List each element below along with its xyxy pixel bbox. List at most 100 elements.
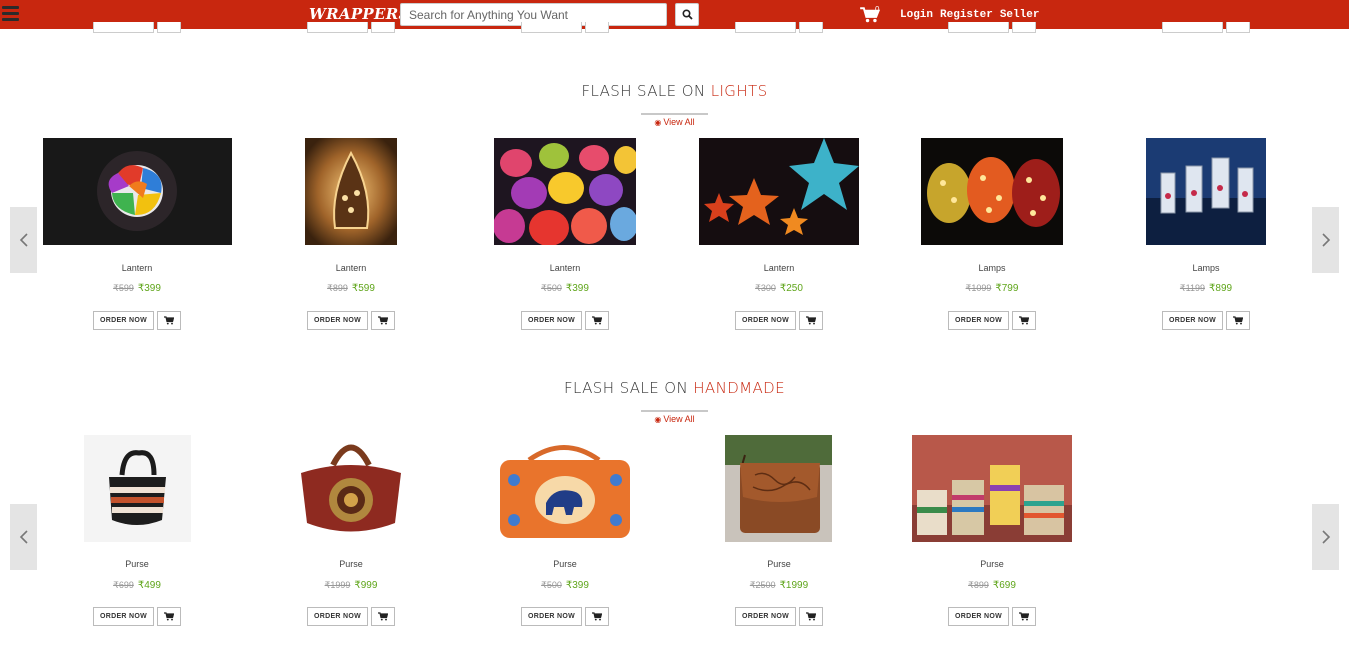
add-to-cart-button[interactable] (371, 311, 395, 330)
product-name[interactable]: Purse (704, 559, 854, 569)
carousel-next-button[interactable] (1312, 504, 1339, 570)
carousel-prev-button[interactable] (10, 504, 37, 570)
order-now-button[interactable]: ORDER NOW (307, 607, 368, 626)
add-to-cart-button[interactable] (585, 607, 609, 626)
add-to-cart-button[interactable] (799, 607, 823, 626)
title-underline (641, 113, 708, 115)
cart-icon (1019, 612, 1029, 621)
purse-image[interactable] (291, 435, 411, 542)
order-now-button[interactable] (93, 22, 154, 33)
new-price: ₹599 (351, 283, 375, 294)
add-to-cart-button[interactable] (371, 22, 395, 33)
old-price: ₹2500 (749, 580, 776, 590)
carousel-next-button[interactable] (1312, 207, 1339, 273)
cart-icon (164, 612, 174, 621)
old-price: ₹899 (327, 283, 348, 293)
lantern-image[interactable] (43, 138, 232, 245)
order-now-button[interactable]: ORDER NOW (521, 607, 582, 626)
order-now-button[interactable]: ORDER NOW (735, 311, 796, 330)
seller-link[interactable]: Seller (1000, 9, 1040, 21)
top-navbar: WRAPPERS 0 Login Register Seller (0, 0, 1349, 29)
register-link[interactable]: Register (940, 9, 993, 21)
new-price: ₹499 (137, 580, 161, 591)
order-now-button[interactable] (735, 22, 796, 33)
cart-icon (806, 316, 816, 325)
order-now-button[interactable]: ORDER NOW (735, 607, 796, 626)
purse-image[interactable] (912, 435, 1072, 542)
old-price: ₹1099 (965, 283, 992, 293)
product-name[interactable]: Lantern (704, 263, 854, 273)
view-all-label: View All (663, 117, 695, 127)
cart-icon (164, 316, 174, 325)
order-now-button[interactable] (521, 22, 582, 33)
add-to-cart-button[interactable] (157, 311, 181, 330)
lantern-image[interactable] (494, 138, 636, 245)
product-price: ₹300 ₹250 (704, 283, 854, 294)
add-to-cart-button[interactable] (1012, 607, 1036, 626)
view-all-link[interactable]: ◉ View All (641, 414, 708, 424)
cart-icon (1233, 316, 1243, 325)
product-price: ₹899 ₹599 (276, 283, 426, 294)
order-now-button[interactable] (948, 22, 1009, 33)
new-price: ₹899 (1209, 283, 1233, 294)
section-title: FLASH SALE ON LIGHTS (0, 82, 1349, 100)
order-now-button[interactable]: ORDER NOW (307, 311, 368, 330)
add-to-cart-button[interactable] (157, 22, 181, 33)
product-name[interactable]: Purse (490, 559, 640, 569)
section-title-prefix: FLASH SALE ON (581, 82, 711, 100)
add-to-cart-button[interactable] (1012, 22, 1036, 33)
section-title: FLASH SALE ON HANDMADE (0, 379, 1349, 397)
new-price: ₹399 (565, 283, 589, 294)
add-to-cart-button[interactable] (1012, 311, 1036, 330)
order-now-button[interactable]: ORDER NOW (1162, 311, 1223, 330)
product-name[interactable]: Lantern (490, 263, 640, 273)
view-all-label: View All (663, 414, 695, 424)
product-name[interactable]: Purse (62, 559, 212, 569)
new-price: ₹799 (995, 283, 1019, 294)
lamps-image[interactable] (1146, 138, 1266, 245)
section-title-prefix: FLASH SALE ON (564, 379, 694, 397)
lamps-image[interactable] (921, 138, 1063, 245)
add-to-cart-button[interactable] (1226, 311, 1250, 330)
lantern-image[interactable] (699, 138, 859, 245)
old-price: ₹899 (968, 580, 989, 590)
order-now-button[interactable] (307, 22, 368, 33)
search-button[interactable] (675, 3, 699, 26)
product-name[interactable]: Lantern (62, 263, 212, 273)
purse-image[interactable] (725, 435, 832, 542)
order-now-button[interactable]: ORDER NOW (521, 311, 582, 330)
product-name[interactable]: Lamps (917, 263, 1067, 273)
product-name[interactable]: Lantern (276, 263, 426, 273)
view-all-link[interactable]: ◉ View All (641, 117, 708, 127)
purse-image[interactable] (84, 435, 191, 542)
add-to-cart-button[interactable] (1226, 22, 1250, 33)
order-now-button[interactable]: ORDER NOW (948, 311, 1009, 330)
add-to-cart-button[interactable] (157, 607, 181, 626)
order-now-button[interactable]: ORDER NOW (93, 311, 154, 330)
cart-icon (592, 612, 602, 621)
section-title-accent: HANDMADE (693, 379, 785, 397)
chevron-right-icon (1321, 530, 1330, 544)
add-to-cart-button[interactable] (799, 311, 823, 330)
add-to-cart-button[interactable] (585, 311, 609, 330)
product-name[interactable]: Purse (917, 559, 1067, 569)
add-to-cart-button[interactable] (371, 607, 395, 626)
order-now-button[interactable]: ORDER NOW (93, 607, 154, 626)
cart-icon (378, 316, 388, 325)
product-name[interactable]: Purse (276, 559, 426, 569)
carousel-prev-button[interactable] (10, 207, 37, 273)
add-to-cart-button[interactable] (585, 22, 609, 33)
hamburger-menu-icon[interactable] (2, 6, 19, 22)
site-logo[interactable]: WRAPPERS (309, 5, 410, 23)
add-to-cart-button[interactable] (799, 22, 823, 33)
purse-image[interactable] (494, 435, 636, 542)
cart-icon (1019, 316, 1029, 325)
new-price: ₹250 (779, 283, 803, 294)
product-name[interactable]: Lamps (1131, 263, 1281, 273)
cart-icon (378, 612, 388, 621)
product-price: ₹2500 ₹1999 (704, 580, 854, 591)
login-link[interactable]: Login (900, 9, 933, 21)
order-now-button[interactable] (1162, 22, 1223, 33)
order-now-button[interactable]: ORDER NOW (948, 607, 1009, 626)
lantern-image[interactable] (305, 138, 397, 245)
